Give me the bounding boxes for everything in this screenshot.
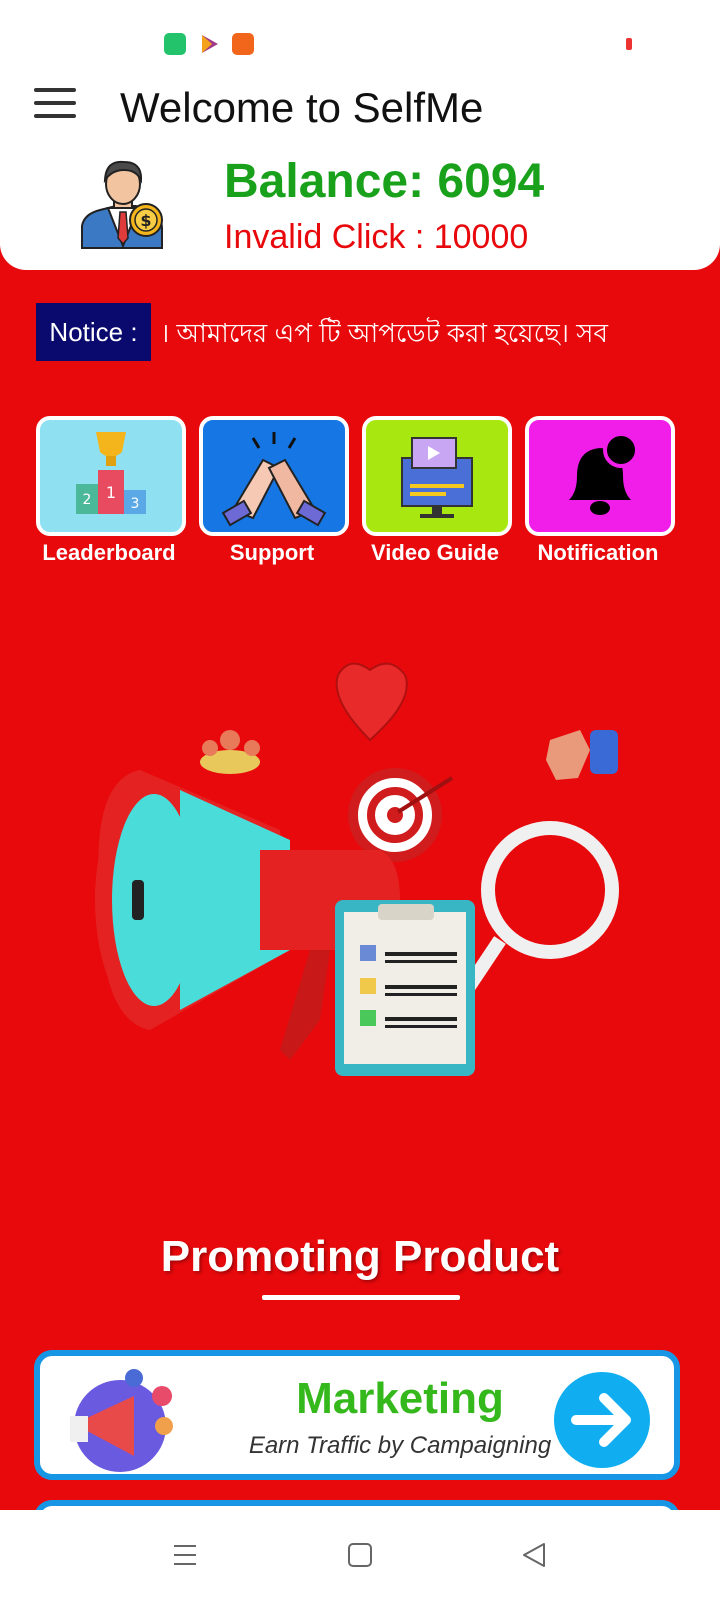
marketing-title: Marketing	[296, 1374, 504, 1423]
bell-icon	[569, 432, 639, 515]
promo-title: Promoting Product	[160, 1232, 560, 1281]
notice-label: Notice :	[36, 303, 151, 361]
video-guide-label: Video Guide	[371, 540, 499, 565]
svg-text:$: $	[140, 211, 151, 230]
svg-text:3: 3	[131, 496, 140, 512]
video-monitor-icon	[401, 437, 473, 518]
video-guide-tile[interactable]	[362, 416, 512, 536]
battery-app-icon	[164, 33, 186, 55]
battery-indicator-icon	[626, 38, 632, 50]
handshake-icon	[221, 432, 327, 527]
svg-text:2: 2	[83, 492, 92, 508]
back-icon[interactable]	[510, 1530, 560, 1580]
support-label: Support	[229, 540, 315, 565]
marketing-subtitle: Earn Traffic by Campaigning	[248, 1432, 552, 1459]
play-app-icon	[198, 33, 220, 55]
status-bar	[0, 0, 720, 70]
arrow-right-icon[interactable]	[554, 1372, 650, 1468]
leaderboard-tile[interactable]: 1 2 3	[36, 416, 186, 536]
hamburger-menu-icon[interactable]	[34, 88, 76, 122]
notification-label: Notification	[537, 540, 659, 565]
leaderboard-podium-icon: 1 2 3	[76, 432, 146, 514]
svg-text:1: 1	[106, 483, 116, 502]
balance-label: Balance: 6094	[224, 155, 545, 208]
marketing-card[interactable]: Marketing Earn Traffic by Campaigning	[34, 1350, 680, 1480]
header: Welcome to SelfMe $ Balance: 6094 Invali…	[0, 0, 720, 270]
app-notification-icon	[232, 33, 254, 55]
promo-title-underline	[262, 1295, 460, 1300]
page-title: Welcome to SelfMe	[120, 84, 484, 131]
notification-tile[interactable]	[525, 416, 675, 536]
megaphone-illustration	[80, 660, 660, 1110]
megaphone-campaign-icon	[70, 1369, 173, 1472]
invalid-click-label: Invalid Click : 10000	[224, 218, 529, 256]
system-nav-bar	[0, 1510, 720, 1600]
avatar: $	[78, 158, 168, 250]
support-tile[interactable]	[199, 416, 349, 536]
recent-apps-icon[interactable]	[160, 1530, 210, 1580]
notice-marquee: । আমাদের এপ টি আপডেট করা হয়েছে। সব	[160, 318, 608, 348]
leaderboard-label: Leaderboard	[42, 540, 176, 565]
home-icon[interactable]	[335, 1530, 385, 1580]
